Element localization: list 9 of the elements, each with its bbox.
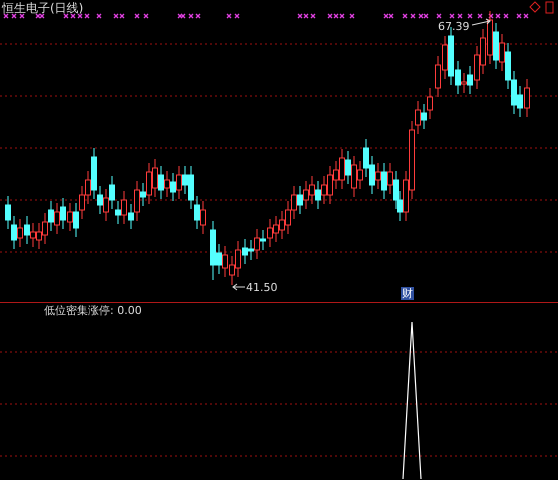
indicator-label: 低位密集涨停: 0.00 [44,304,142,318]
low-price-label: 41.50 [246,281,278,294]
square-icon[interactable] [546,2,554,14]
high-price-label: 67.39 [438,20,470,33]
chart-title: 恒生电子(日线) [2,1,84,15]
leader-arrow [472,18,491,26]
diamond-icon[interactable] [529,1,541,13]
leader-arrow [232,284,246,290]
event-badge[interactable]: 财 [401,287,414,300]
